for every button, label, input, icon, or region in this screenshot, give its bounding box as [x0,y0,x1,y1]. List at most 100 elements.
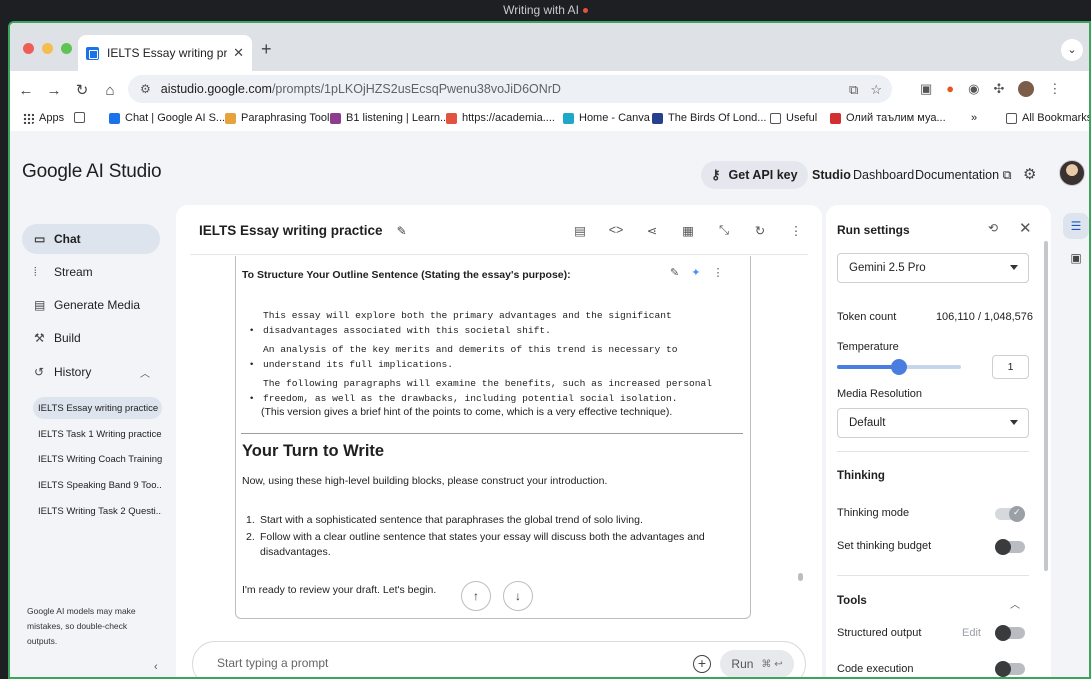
browser-menu-icon[interactable]: ⋮ [1048,81,1061,97]
more-options-icon[interactable]: ⋮ [778,223,814,238]
close-window-button[interactable] [23,43,34,54]
site-info-icon[interactable]: ⚙ [140,82,151,96]
ai-studio-logo[interactable]: Google AI Studio [22,161,162,183]
bookmark-grid[interactable] [74,112,90,123]
prompt-gallery-icon[interactable]: ▤ [562,223,598,238]
scroll-down-arrow-icon[interactable]: ↓ [503,581,533,611]
message-more-icon[interactable]: ⋮ [712,266,723,279]
sidebar-item-label: Chat [54,232,81,246]
reload-button[interactable]: ↻ [68,81,96,99]
bookmark-folder-useful[interactable]: Useful [770,112,817,124]
rerun-sparkle-icon[interactable]: ✦ [691,266,700,279]
user-avatar[interactable] [1059,160,1085,186]
extension-camera-icon[interactable]: ◉ [968,81,979,97]
list-number: 2. [246,531,255,543]
run-settings-tune-icon[interactable]: ☰ [1063,213,1089,239]
media-resolution-select[interactable]: Default [837,408,1029,438]
temperature-input[interactable]: 1 [992,355,1029,379]
bookmark-academia[interactable]: https://academia.... [446,112,555,124]
nav-documentation-link[interactable]: Documentation ⧉ [915,168,1012,183]
more-bookmarks-button[interactable]: » [971,112,977,124]
tab-search-button[interactable]: ⌄ [1061,39,1083,61]
bookmark-oliy-talim[interactable]: Олий таълим муа... [830,112,946,124]
sidebar-item-label: Build [54,331,81,345]
sidebar-item-chat[interactable]: ▭ Chat [22,224,160,254]
thinking-section-title: Thinking [837,470,885,482]
chevron-up-icon[interactable]: ︿ [140,365,150,380]
add-media-plus-icon[interactable]: + [693,655,711,673]
compare-icon[interactable]: ▦ [670,223,706,238]
bookmark-apps[interactable]: Apps [23,112,64,124]
temperature-slider-thumb[interactable] [891,359,907,375]
history-item[interactable]: IELTS Writing Task 2 Questi... [33,500,162,522]
prompt-composer: + Run ⌘ ↩ [192,641,806,677]
reset-settings-icon[interactable]: ⟲ [988,221,998,235]
reset-chat-icon[interactable]: ↻ [742,223,778,238]
install-app-icon[interactable]: ⧉ [849,82,858,98]
home-button[interactable]: ⌂ [96,82,124,99]
external-link-icon: ⧉ [1002,168,1012,182]
structured-output-edit-link[interactable]: Edit [962,627,981,639]
sidebar-item-generate-media[interactable]: ▤ Generate Media [22,290,160,320]
history-item[interactable]: IELTS Essay writing practice [33,397,162,419]
maximize-window-button[interactable] [61,43,72,54]
nav-dashboard-link[interactable]: Dashboard [853,168,914,182]
settings-scrollbar[interactable] [1044,241,1048,571]
model-selector[interactable]: Gemini 2.5 Pro [837,253,1029,283]
sidebar-item-history[interactable]: ↺ History ︿ [22,357,160,387]
bookmark-canva[interactable]: Home - Canva [563,112,650,124]
bookmark-label: Apps [39,112,65,124]
get-code-icon[interactable]: <> [598,223,634,238]
browser-tab-active[interactable]: IELTS Essay writing practice | ✕ [78,35,252,71]
structured-output-toggle[interactable] [995,625,1025,641]
close-settings-icon[interactable]: ✕ [1019,219,1032,237]
history-item[interactable]: IELTS Writing Coach Training [33,448,162,470]
prompt-input[interactable] [217,656,657,670]
response-note: (This version gives a brief hint of the … [261,406,673,418]
ai-studio-app: Google AI Studio ⚷ Get API key Studio Da… [10,131,1089,677]
bookmark-chat-google-ai[interactable]: Chat | Google AI S... [109,112,225,124]
extensions-puzzle-icon[interactable]: ✣ [994,81,1005,97]
code-line: This essay will explore both the primary… [263,310,672,321]
compress-icon[interactable]: ⤡ [706,223,742,238]
nav-studio-link[interactable]: Studio [812,168,851,182]
model-response-card: To Structure Your Outline Sentence (Stat… [235,256,751,619]
sidebar-item-build[interactable]: ⚒ Build [22,323,160,353]
share-icon[interactable]: ⋖ [634,223,670,238]
thinking-budget-toggle[interactable] [995,539,1025,555]
chevron-up-icon[interactable]: ︿ [1010,596,1020,611]
extension-fire-icon[interactable]: ● [946,81,954,97]
edit-title-pencil-icon[interactable]: ✎ [397,224,407,238]
extension-save-icon[interactable]: ▣ [920,81,932,97]
forward-button[interactable]: → [40,82,68,99]
bookmark-b1-listening[interactable]: B1 listening | Learn... [330,112,449,124]
get-api-key-button[interactable]: ⚷ Get API key [701,161,808,189]
temperature-slider[interactable] [837,359,961,375]
address-bar[interactable]: ⚙ aistudio.google.com/prompts/1pLKOjHZS2… [128,75,892,103]
scroll-up-arrow-icon[interactable]: ↑ [461,581,491,611]
history-item[interactable]: IELTS Task 1 Writing practice [33,423,162,445]
history-item[interactable]: IELTS Speaking Band 9 Too... [33,474,162,496]
sidebar-item-stream[interactable]: ⦙ Stream [22,257,160,287]
all-bookmarks-folder[interactable]: All Bookmarks [1006,112,1089,124]
panel-toggle-icon[interactable]: ▣ [1063,245,1089,271]
bookmark-paraphrasing-tool[interactable]: Paraphrasing Tool [225,112,329,124]
more-bookmarks-chevron-icon: » [971,112,978,124]
minimize-window-button[interactable] [42,43,53,54]
bookmark-star-icon[interactable]: ☆ [870,82,882,98]
new-tab-button[interactable]: + [261,39,272,60]
thinking-mode-toggle[interactable]: ✓ [995,506,1025,522]
bookmark-birds-of-london[interactable]: The Birds Of Lond... [652,112,766,124]
model-disclaimer: Google AI models may make mistakes, so d… [27,606,136,646]
code-execution-toggle[interactable] [995,661,1025,677]
run-shortcut-hint: ⌘ ↩ [761,658,783,670]
collapse-sidebar-chevron-icon[interactable]: ‹ [154,661,158,673]
back-button[interactable]: ← [12,82,40,99]
run-button[interactable]: Run ⌘ ↩ [720,650,794,677]
os-title-bar: Writing with AI [0,0,1091,20]
settings-gear-icon[interactable]: ⚙ [1023,165,1036,183]
chat-scrollbar[interactable] [798,573,803,581]
edit-message-pencil-icon[interactable]: ✎ [670,266,679,279]
tab-close-icon[interactable]: ✕ [233,45,244,61]
profile-avatar-icon[interactable] [1018,81,1035,97]
